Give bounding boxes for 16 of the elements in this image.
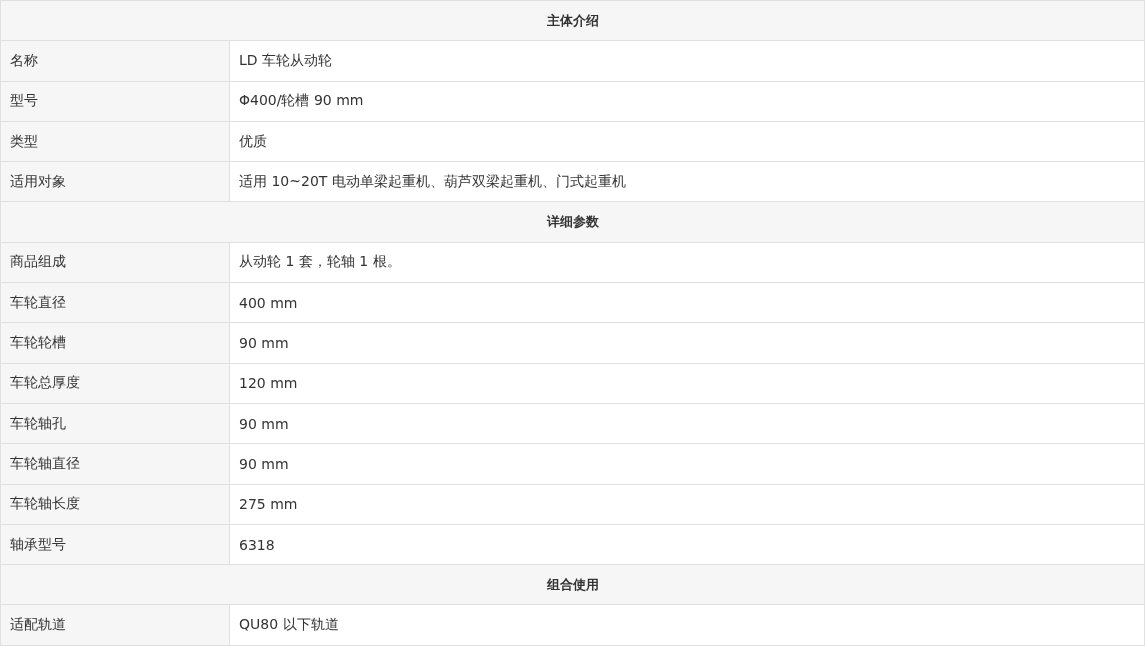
table-cell: 型号: [1, 81, 230, 121]
table-cell: 车轮直径: [1, 283, 230, 323]
table-cell: 适用对象: [1, 162, 230, 202]
table-cell: 类型: [1, 121, 230, 162]
table-cell: 商品组成: [1, 242, 230, 283]
table-cell: 轴承型号: [1, 524, 230, 565]
table-cell: 车轮轮槽: [1, 323, 230, 363]
section-header: 主体介绍: [1, 1, 1145, 42]
table-cell: 车轮轴直径: [1, 444, 230, 484]
table-cell: 适配轨道: [1, 605, 230, 645]
section-header: 详细参数: [1, 202, 1145, 243]
table-cell: 名称: [1, 41, 230, 81]
section-header: 组合使用: [1, 565, 1145, 606]
table-cell: 车轮轴长度: [1, 484, 230, 524]
table-cell: 车轮总厚度: [1, 363, 230, 403]
table-cell: 车轮轴孔: [1, 403, 230, 444]
